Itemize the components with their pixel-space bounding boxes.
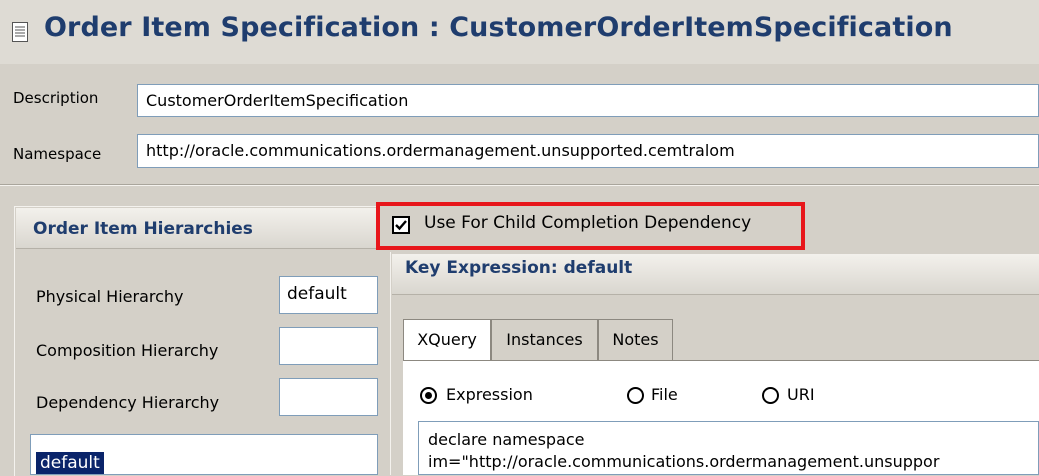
physical-hierarchy-field[interactable]: default <box>279 276 378 314</box>
namespace-field[interactable]: http://oracle.communications.ordermanage… <box>137 134 1039 168</box>
namespace-label: Namespace <box>13 145 102 163</box>
document-icon <box>12 22 28 42</box>
child-completion-checkbox[interactable] <box>392 216 410 234</box>
expression-radio-label[interactable]: Expression <box>446 385 533 404</box>
checkmark-icon <box>395 220 407 231</box>
child-completion-checkbox-label[interactable]: Use For Child Completion Dependency <box>424 213 751 233</box>
physical-hierarchy-label: Physical Hierarchy <box>36 287 184 306</box>
uri-radio[interactable] <box>762 387 779 404</box>
code-line: declare namespace <box>428 430 585 449</box>
composition-hierarchy-label: Composition Hierarchy <box>36 341 219 360</box>
list-item[interactable]: default <box>36 452 104 474</box>
tab-xquery[interactable]: XQuery <box>403 319 491 361</box>
hierarchies-title: Order Item Hierarchies <box>33 219 253 239</box>
expression-radio[interactable] <box>420 387 437 404</box>
dependency-hierarchy-label: Dependency Hierarchy <box>36 393 220 412</box>
key-expression-title: Key Expression: default <box>405 258 633 278</box>
page-title: Order Item Specification : CustomerOrder… <box>44 12 953 43</box>
description-label: Description <box>13 89 99 107</box>
code-line: im="http://oracle.communications.orderma… <box>428 452 940 471</box>
radio-selected-dot <box>425 392 432 399</box>
description-field[interactable]: CustomerOrderItemSpecification <box>137 84 1039 117</box>
uri-radio-label[interactable]: URI <box>787 385 815 404</box>
file-radio-label[interactable]: File <box>651 385 678 404</box>
tab-notes[interactable]: Notes <box>598 319 673 360</box>
dependency-hierarchy-field[interactable] <box>279 378 378 416</box>
separator <box>0 185 1039 186</box>
file-radio[interactable] <box>627 387 644 404</box>
composition-hierarchy-field[interactable] <box>279 327 378 365</box>
tab-instances[interactable]: Instances <box>491 319 598 360</box>
